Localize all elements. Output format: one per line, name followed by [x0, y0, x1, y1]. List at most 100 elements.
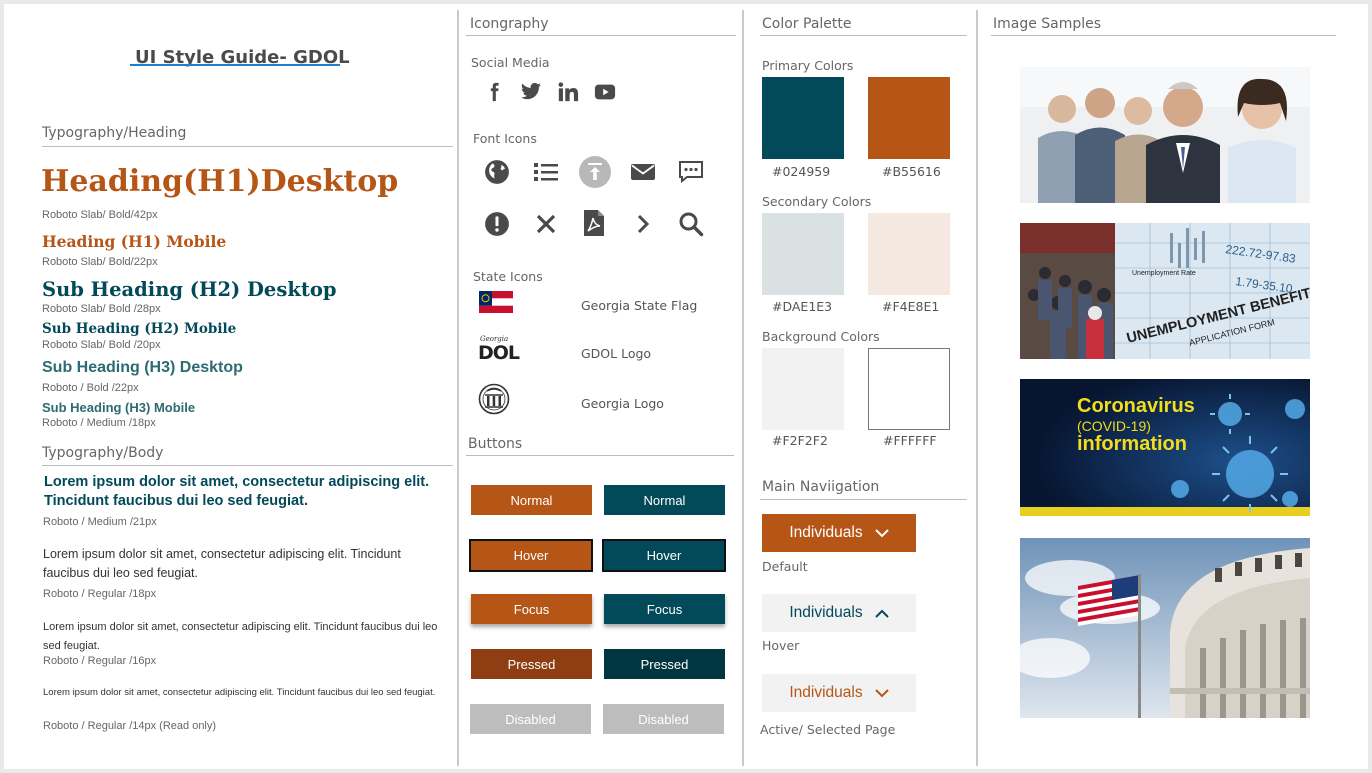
column-divider-3 — [976, 10, 978, 766]
coronavirus-title-text: Coronavirus — [1077, 395, 1195, 417]
nav-item-default[interactable]: Individuals — [762, 514, 916, 552]
background-white-hex: #FFFFFF — [883, 433, 937, 448]
h2-mobile-sample: Sub Heading (H2) Mobile — [42, 321, 237, 337]
unemployment-rate-text: Unemployment Rate — [1132, 270, 1196, 277]
nav-default-caption: Default — [762, 559, 808, 574]
hover-orange-button[interactable]: Hover — [469, 539, 593, 572]
body-21-sample: Lorem ipsum dolor sit amet, consectetur … — [44, 474, 430, 509]
gdol-logo-label: GDOL Logo — [581, 346, 652, 361]
chat-icon[interactable] — [676, 157, 706, 187]
color-palette-title: Color Palette — [762, 16, 852, 32]
h1-mobile-spec: Roboto Slab/ Bold/22px — [42, 256, 158, 268]
mail-icon[interactable] — [628, 157, 658, 187]
georgia-seal-icon — [478, 383, 510, 415]
h3-desktop-spec: Roboto / Bold /22px — [42, 382, 139, 394]
h3-mobile-sample: Sub Heading (H3) Mobile — [42, 400, 196, 415]
main-navigation-title: Main Naviigation — [762, 479, 880, 495]
chevron-down-icon — [874, 688, 889, 697]
image-samples-title: Image Samples — [993, 16, 1102, 32]
iconography-divider — [466, 35, 736, 36]
body-14-sample: Lorem ipsum dolor sit amet, consectetur … — [43, 687, 436, 698]
body-14-spec: Roboto / Regular /14px (Read only) — [43, 720, 217, 732]
facebook-icon[interactable] — [479, 77, 509, 107]
buttons-divider — [466, 455, 734, 456]
nav-active-caption: Active/ Selected Page — [760, 722, 896, 737]
pressed-teal-button[interactable]: Pressed — [604, 649, 725, 679]
upload-icon[interactable] — [579, 156, 611, 188]
georgia-flag-label: Georgia State Flag — [581, 298, 698, 313]
pressed-orange-button[interactable]: Pressed — [471, 649, 592, 679]
secondary-gray-swatch — [762, 213, 844, 295]
nav-item-active-label: Individuals — [789, 684, 863, 701]
georgia-seal-label: Georgia Logo — [581, 396, 664, 411]
typography-body-divider — [42, 465, 453, 466]
h3-mobile-spec: Roboto / Medium /18px — [42, 417, 156, 429]
business-people-image — [1020, 67, 1310, 203]
globe-icon[interactable] — [482, 157, 512, 187]
linkedin-icon[interactable] — [553, 77, 583, 107]
disabled-orange-button: Disabled — [470, 704, 591, 734]
color-palette-divider — [760, 35, 967, 36]
buttons-title: Buttons — [468, 436, 523, 452]
primary-orange-hex: #B55616 — [882, 164, 941, 179]
pdf-icon[interactable] — [579, 208, 609, 238]
column-divider-2 — [742, 10, 744, 766]
covid19-text: (COVID-19) — [1077, 418, 1151, 434]
image-samples-divider — [991, 35, 1336, 36]
body-18-sample: Lorem ipsum dolor sit amet, consectetur … — [43, 547, 401, 580]
nav-hover-caption: Hover — [762, 638, 800, 653]
normal-teal-button[interactable]: Normal — [604, 485, 725, 515]
nav-item-active[interactable]: Individuals — [762, 674, 916, 712]
iconography-title: Icongraphy — [470, 16, 549, 32]
main-navigation-divider — [760, 499, 967, 500]
body-16-spec: Roboto / Regular /16px — [43, 655, 157, 667]
nav-item-hover[interactable]: Individuals — [762, 594, 916, 632]
style-guide-canvas: UI Style Guide- GDOL Typography/Heading … — [4, 4, 1368, 769]
body-21-spec: Roboto / Medium /21px — [43, 516, 157, 528]
background-gray-swatch — [762, 348, 844, 430]
title-underline — [130, 64, 340, 66]
information-text: information — [1077, 433, 1187, 455]
column-divider-1 — [457, 10, 459, 766]
close-icon[interactable] — [531, 209, 561, 239]
chevron-up-icon — [874, 609, 889, 618]
background-white-swatch — [868, 348, 950, 430]
secondary-colors-title: Secondary Colors — [762, 194, 872, 209]
search-icon[interactable] — [676, 209, 706, 239]
h2-mobile-spec: Roboto Slab/ Bold /20px — [42, 339, 161, 351]
h3-desktop-sample: Sub Heading (H3) Desktop — [42, 359, 243, 376]
focus-teal-button[interactable]: Focus — [604, 594, 725, 624]
secondary-gray-hex: #DAE1E3 — [772, 299, 833, 314]
nav-item-hover-label: Individuals — [789, 604, 863, 621]
state-icons-title: State Icons — [473, 269, 543, 284]
background-gray-hex: #F2F2F2 — [772, 433, 828, 448]
primary-teal-swatch — [762, 77, 844, 159]
typography-body-title: Typography/Body — [42, 445, 164, 461]
font-icons-title: Font Icons — [473, 131, 537, 146]
alert-icon[interactable] — [482, 209, 512, 239]
body-18-spec: Roboto / Regular /18px — [43, 588, 157, 600]
list-icon[interactable] — [531, 157, 561, 187]
twitter-icon[interactable] — [516, 77, 546, 107]
primary-colors-title: Primary Colors — [762, 58, 854, 73]
h2-desktop-sample: Sub Heading (H2) Desktop — [42, 278, 337, 301]
chevron-down-icon — [874, 528, 889, 537]
typography-heading-title: Typography/Heading — [42, 125, 187, 141]
gdol-logo-text: DOL — [478, 342, 520, 364]
chevron-right-icon[interactable] — [628, 209, 658, 239]
normal-orange-button[interactable]: Normal — [471, 485, 592, 515]
body-16-sample: Lorem ipsum dolor sit amet, consectetur … — [43, 621, 438, 652]
h1-mobile-sample: Heading (H1) Mobile — [42, 232, 227, 251]
typography-heading-divider — [42, 146, 453, 147]
coronavirus-banner-image: Coronavirus (COVID-19) information — [1020, 379, 1310, 516]
gdol-logo-icon: Georgia DOL — [478, 335, 528, 365]
focus-orange-button[interactable]: Focus — [471, 594, 592, 624]
h2-desktop-spec: Roboto Slab/ Bold /28px — [42, 303, 161, 315]
primary-orange-swatch — [868, 77, 950, 159]
youtube-icon[interactable] — [590, 77, 620, 107]
capitol-flag-image — [1020, 538, 1310, 718]
unemployment-benefits-image: Unemployment Rate 222.72-97.83 1.79-35.1… — [1020, 223, 1310, 359]
hover-teal-button[interactable]: Hover — [602, 539, 726, 572]
georgia-flag-icon — [479, 291, 513, 313]
secondary-peach-hex: #F4E8E1 — [882, 299, 940, 314]
